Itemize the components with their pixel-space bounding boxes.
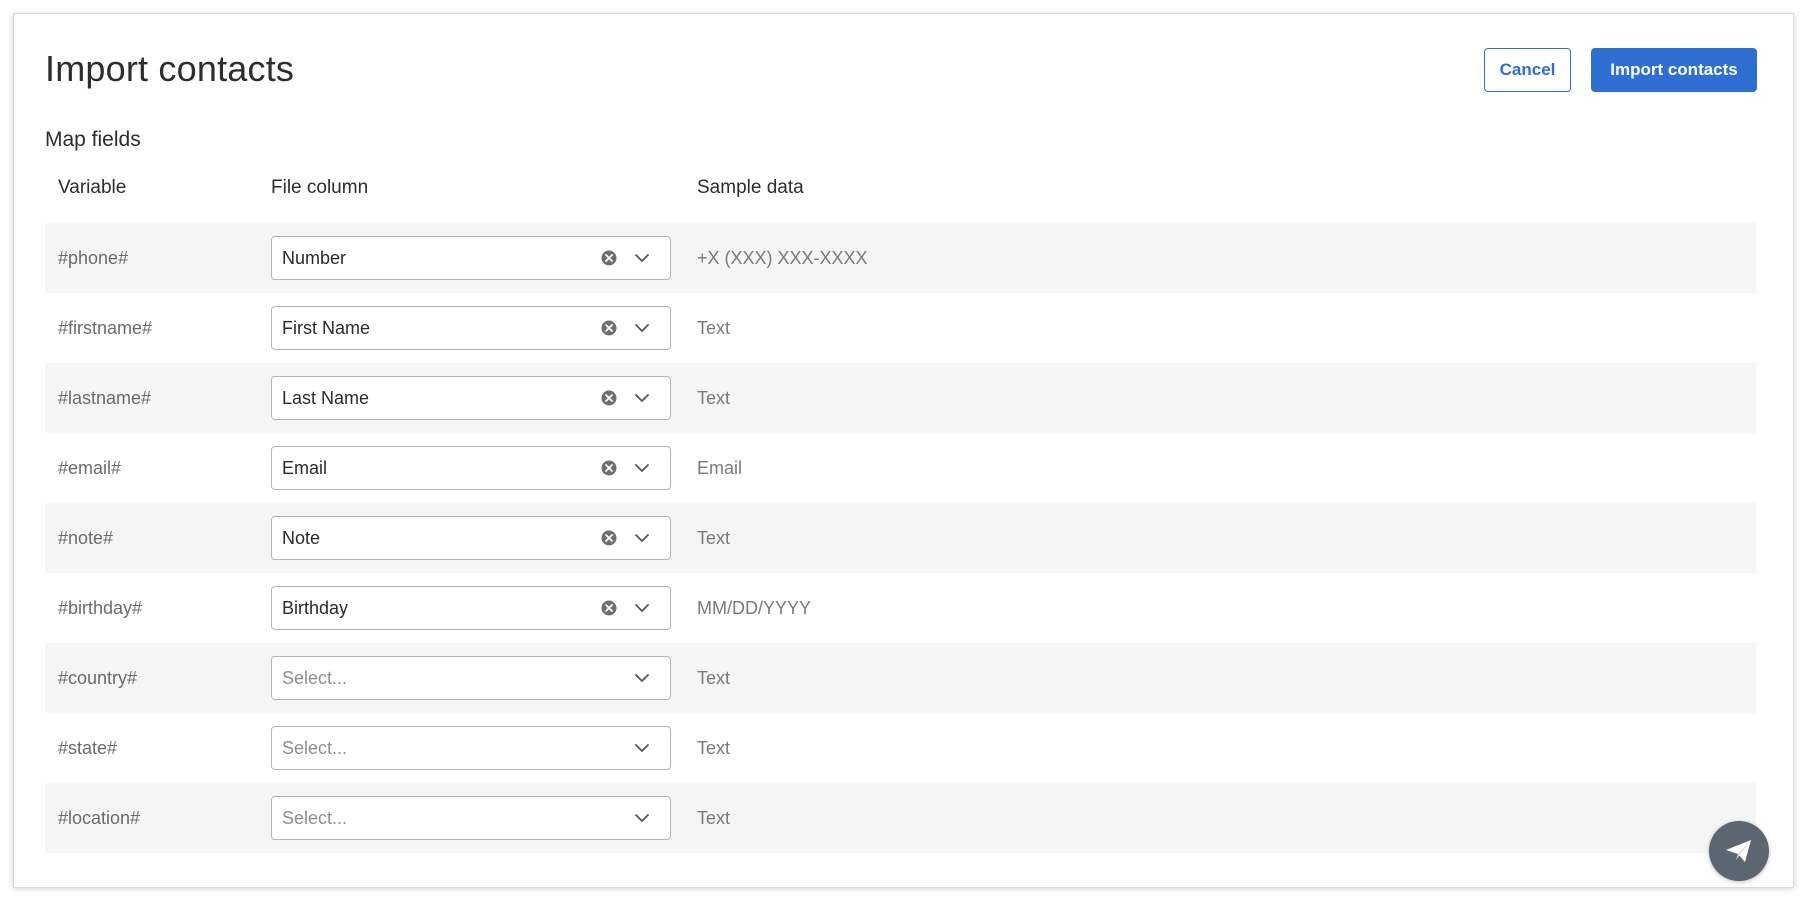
file-column-select[interactable]: Birthday xyxy=(271,586,671,630)
file-column-select[interactable]: Select... xyxy=(271,726,671,770)
send-feedback-button[interactable] xyxy=(1709,821,1769,881)
import-contacts-button[interactable]: Import contacts xyxy=(1591,48,1757,92)
variable-name: #lastname# xyxy=(58,387,152,408)
field-mapping-table: #phone# Number +X (XXX) XXX-XXXX #firstname… xyxy=(45,223,1756,853)
chevron-down-icon[interactable] xyxy=(634,391,650,405)
table-row: #note# Note Text xyxy=(45,503,1756,573)
variable-name: #note# xyxy=(58,527,114,548)
file-column-select[interactable]: Email xyxy=(271,446,671,490)
sample-data: Text xyxy=(697,807,731,828)
chevron-down-icon[interactable] xyxy=(634,321,650,335)
variable-name: #firstname# xyxy=(58,317,153,338)
chevron-down-icon[interactable] xyxy=(634,741,650,755)
clear-circle-icon[interactable] xyxy=(601,600,617,616)
table-row: #country# Select... Text xyxy=(45,643,1756,713)
sample-data: Text xyxy=(697,317,731,338)
clear-circle-icon[interactable] xyxy=(601,460,617,476)
clear-circle-icon[interactable] xyxy=(601,390,617,406)
table-row: #birthday# Birthday MM/DD/YYYY xyxy=(45,573,1756,643)
table-row: #state# Select... Text xyxy=(45,713,1756,783)
paper-plane-icon xyxy=(1726,840,1751,862)
sample-data: Text xyxy=(697,667,731,688)
select-placeholder: Select... xyxy=(282,807,348,828)
column-header-variable: Variable xyxy=(58,177,127,198)
select-placeholder: Select... xyxy=(282,667,348,688)
sample-data: +X (XXX) XXX-XXXX xyxy=(697,247,868,268)
selected-value: Note xyxy=(282,527,321,548)
sample-data: Email xyxy=(697,457,743,478)
select-placeholder: Select... xyxy=(282,737,348,758)
selected-value: Email xyxy=(282,457,328,478)
column-header-sample-data: Sample data xyxy=(697,177,804,198)
chevron-down-icon[interactable] xyxy=(634,251,650,265)
variable-name: #country# xyxy=(58,667,138,688)
selected-value: First Name xyxy=(282,317,371,338)
selected-value: Last Name xyxy=(282,387,370,408)
table-row: #phone# Number +X (XXX) XXX-XXXX xyxy=(45,223,1756,293)
column-header-file-column: File column xyxy=(271,177,369,198)
chevron-down-icon[interactable] xyxy=(634,531,650,545)
chevron-down-icon[interactable] xyxy=(634,601,650,615)
clear-circle-icon[interactable] xyxy=(601,320,617,336)
file-column-select[interactable]: First Name xyxy=(271,306,671,350)
file-column-select[interactable]: Select... xyxy=(271,656,671,700)
variable-name: #phone# xyxy=(58,247,129,268)
variable-name: #email# xyxy=(58,457,122,478)
sample-data: Text xyxy=(697,387,731,408)
variable-name: #birthday# xyxy=(58,597,143,618)
variable-name: #state# xyxy=(58,737,118,758)
table-row: #email# Email Email xyxy=(45,433,1756,503)
sample-data: Text xyxy=(697,527,731,548)
file-column-select[interactable]: Number xyxy=(271,236,671,280)
clear-circle-icon[interactable] xyxy=(601,250,617,266)
file-column-select[interactable]: Last Name xyxy=(271,376,671,420)
chevron-down-icon[interactable] xyxy=(634,461,650,475)
file-column-select[interactable]: Note xyxy=(271,516,671,560)
page-title: Import contacts xyxy=(45,48,295,89)
chevron-down-icon[interactable] xyxy=(634,671,650,685)
file-column-select[interactable]: Select... xyxy=(271,796,671,840)
table-row: #lastname# Last Name Text xyxy=(45,363,1756,433)
clear-circle-icon[interactable] xyxy=(601,530,617,546)
table-row: #location# Select... Text xyxy=(45,783,1756,853)
sample-data: Text xyxy=(697,737,731,758)
cancel-button[interactable]: Cancel xyxy=(1484,48,1571,92)
table-row: #firstname# First Name Text xyxy=(45,293,1756,363)
chevron-down-icon[interactable] xyxy=(634,811,650,825)
sample-data: MM/DD/YYYY xyxy=(697,597,812,618)
selected-value: Number xyxy=(282,247,347,268)
selected-value: Birthday xyxy=(282,597,349,618)
section-title: Map fields xyxy=(45,128,141,151)
import-contacts-dialog: Import contacts Cancel Import contacts M… xyxy=(13,13,1794,888)
variable-name: #location# xyxy=(58,807,141,828)
